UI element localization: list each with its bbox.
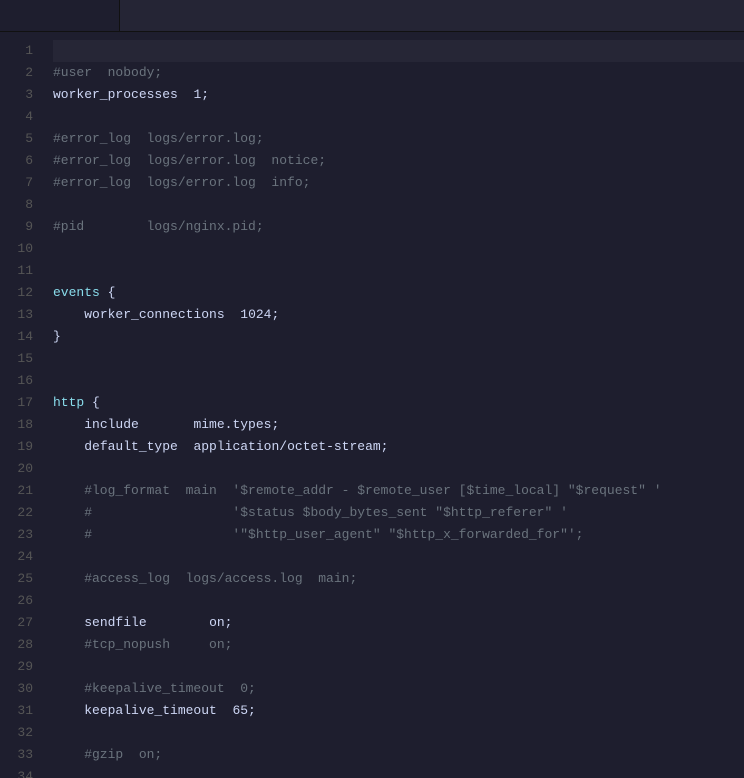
code-line: ​ — [53, 590, 744, 612]
line-number: 33 — [16, 744, 33, 766]
line-number: 30 — [16, 678, 33, 700]
line-number: 25 — [16, 568, 33, 590]
code-line: events { — [53, 282, 744, 304]
file-tab[interactable] — [0, 0, 120, 31]
line-number: 11 — [16, 260, 33, 282]
code-line: ​ — [53, 458, 744, 480]
code-line: #user nobody; — [53, 62, 744, 84]
code-line: ​ — [53, 106, 744, 128]
code-line: ​ — [53, 546, 744, 568]
code-line: worker_processes 1; — [53, 84, 744, 106]
code-line: #log_format main '$remote_addr - $remote… — [53, 480, 744, 502]
code-line: sendfile on; — [53, 612, 744, 634]
code-line: #error_log logs/error.log notice; — [53, 150, 744, 172]
code-line: default_type application/octet-stream; — [53, 436, 744, 458]
tab-bar — [0, 0, 744, 32]
line-number: 9 — [16, 216, 33, 238]
code-line: #error_log logs/error.log info; — [53, 172, 744, 194]
line-number: 13 — [16, 304, 33, 326]
code-line: #tcp_nopush on; — [53, 634, 744, 656]
line-numbers: 1234567891011121314151617181920212223242… — [0, 32, 45, 778]
line-number: 8 — [16, 194, 33, 216]
code-line: #keepalive_timeout 0; — [53, 678, 744, 700]
line-number: 31 — [16, 700, 33, 722]
code-line: #access_log logs/access.log main; — [53, 568, 744, 590]
line-number: 18 — [16, 414, 33, 436]
code-line: ​ — [53, 194, 744, 216]
line-number: 2 — [16, 62, 33, 84]
line-number: 19 — [16, 436, 33, 458]
line-number: 22 — [16, 502, 33, 524]
line-number: 23 — [16, 524, 33, 546]
line-number: 7 — [16, 172, 33, 194]
line-number: 32 — [16, 722, 33, 744]
line-number: 17 — [16, 392, 33, 414]
code-line: include mime.types; — [53, 414, 744, 436]
code-line: worker_connections 1024; — [53, 304, 744, 326]
line-number: 24 — [16, 546, 33, 568]
code-area[interactable]: 1234567891011121314151617181920212223242… — [0, 32, 744, 778]
line-number: 21 — [16, 480, 33, 502]
code-line: # '$status $body_bytes_sent "$http_refer… — [53, 502, 744, 524]
line-number: 16 — [16, 370, 33, 392]
line-number: 10 — [16, 238, 33, 260]
line-number: 26 — [16, 590, 33, 612]
code-line: #pid logs/nginx.pid; — [53, 216, 744, 238]
line-number: 28 — [16, 634, 33, 656]
code-line: ​ — [53, 722, 744, 744]
line-number: 3 — [16, 84, 33, 106]
code-line: ​ — [53, 40, 744, 62]
code-line: ​ — [53, 766, 744, 778]
line-number: 1 — [16, 40, 33, 62]
code-line: keepalive_timeout 65; — [53, 700, 744, 722]
line-number: 5 — [16, 128, 33, 150]
code-content[interactable]: ​#user nobody;worker_processes 1;​#error… — [45, 32, 744, 778]
code-line: http { — [53, 392, 744, 414]
code-line: ​ — [53, 238, 744, 260]
line-number: 34 — [16, 766, 33, 778]
code-line: # '"$http_user_agent" "$http_x_forwarded… — [53, 524, 744, 546]
code-line: ​ — [53, 370, 744, 392]
line-number: 20 — [16, 458, 33, 480]
code-line: } — [53, 326, 744, 348]
line-number: 15 — [16, 348, 33, 370]
code-line: ​ — [53, 348, 744, 370]
code-line: #error_log logs/error.log; — [53, 128, 744, 150]
code-line: ​ — [53, 260, 744, 282]
line-number: 14 — [16, 326, 33, 348]
line-number: 12 — [16, 282, 33, 304]
line-number: 4 — [16, 106, 33, 128]
line-number: 6 — [16, 150, 33, 172]
line-number: 27 — [16, 612, 33, 634]
line-number: 29 — [16, 656, 33, 678]
editor-window: 1234567891011121314151617181920212223242… — [0, 0, 744, 778]
code-line: ​ — [53, 656, 744, 678]
code-line: #gzip on; — [53, 744, 744, 766]
